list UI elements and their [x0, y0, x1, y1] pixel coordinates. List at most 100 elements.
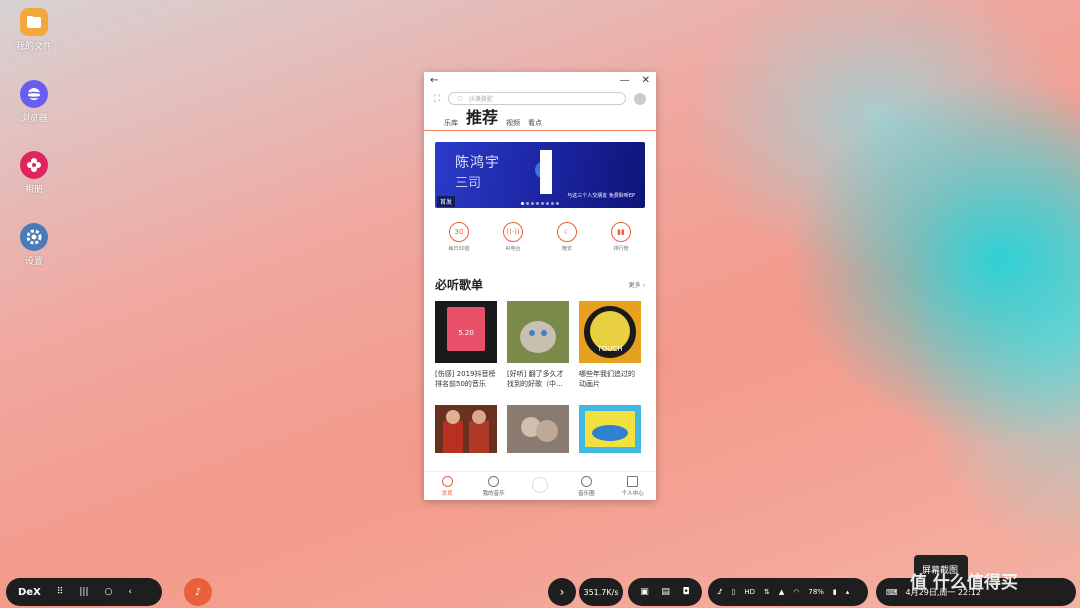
- chevron-right-icon: ›: [642, 282, 645, 289]
- music-app-taskbar-icon[interactable]: ♪: [184, 578, 212, 606]
- more-link[interactable]: 更多 ›: [629, 280, 645, 289]
- nav-play[interactable]: [520, 477, 560, 495]
- music-app-window: ← — ✕ ⛶ ○ 沙漠骆驼 乐库 推荐 视频 看点 陈鸿宇 三司 与这三个人交…: [424, 72, 656, 500]
- nav-label: 我的音乐: [482, 490, 505, 497]
- quick-links: 30 每日30首 ((·)) AI电台 ☾ 晚安 ▮▮ 排行榜: [424, 208, 656, 252]
- headphones-icon: [488, 475, 500, 487]
- grid-icon: [627, 475, 639, 487]
- quick-label: 排行榜: [613, 246, 629, 252]
- desktop-icon-settings[interactable]: 设置: [10, 223, 58, 267]
- keyboard-icon[interactable]: ⌨: [886, 588, 898, 597]
- banner-title: 陈鸿宇: [455, 155, 500, 171]
- quick-label: AI电台: [505, 246, 521, 252]
- nav-label: 个人中心: [621, 490, 644, 497]
- back-icon[interactable]: ‹: [128, 587, 132, 597]
- desktop-icon-label: 设置: [24, 257, 43, 267]
- banner-caption: 与这三个人交朋友 免费聆听EP: [567, 193, 635, 199]
- expand-arrow-icon[interactable]: ›: [548, 578, 576, 606]
- recents-icon[interactable]: |||: [79, 587, 88, 597]
- nav-my-music[interactable]: 我的音乐: [474, 475, 514, 497]
- quick-tools-pill: ▣ ▤ ◘: [628, 578, 702, 606]
- radio-icon: ((·)): [503, 222, 523, 242]
- desktop-icon-gallery[interactable]: 相册: [10, 151, 58, 195]
- playlist-card[interactable]: [好听] 翻了多久才找到的好歌（中...: [507, 301, 569, 391]
- quick-charts[interactable]: ▮▮ 排行榜: [599, 222, 643, 252]
- quick-label: 每日30首: [448, 246, 470, 252]
- tab-lookpoint[interactable]: 看点: [528, 118, 542, 130]
- tab-recommend[interactable]: 推荐: [466, 104, 498, 130]
- playlist-cover[interactable]: [435, 405, 497, 453]
- banner-figure-bar: [540, 150, 552, 194]
- dex-button[interactable]: DeX: [18, 587, 41, 598]
- desktop-icon-label: 相册: [24, 185, 43, 195]
- recognize-music-icon[interactable]: [634, 92, 646, 105]
- screenshot-icon[interactable]: ▤: [661, 587, 670, 597]
- quick-label: 晚安: [561, 246, 572, 252]
- chevron-up-icon: ▴: [845, 588, 850, 596]
- apps-grid-icon[interactable]: ⠿: [57, 587, 64, 597]
- browser-planet-icon: [20, 80, 48, 108]
- search-placeholder: 沙漠骆驼: [468, 96, 493, 103]
- moon-icon: ☾: [557, 222, 577, 242]
- gear-icon: [20, 223, 48, 251]
- desktop-icon-browser[interactable]: 浏览器: [10, 80, 58, 124]
- nav-discover[interactable]: 发现: [427, 475, 467, 497]
- playlist-cover: [507, 301, 569, 363]
- back-arrow-icon[interactable]: ←: [430, 75, 438, 86]
- net-speed: 351.7K/s: [579, 578, 623, 606]
- desktop-icon-my-files[interactable]: 我的文件: [10, 8, 58, 52]
- banner-pagination: [521, 202, 559, 205]
- quick-goodnight[interactable]: ☾ 晚安: [545, 222, 589, 252]
- watermark: 值 什么值得买: [910, 573, 1018, 593]
- nav-profile[interactable]: 个人中心: [613, 475, 653, 497]
- gallery-flower-icon: [20, 151, 48, 179]
- hd-icon: HD: [744, 588, 755, 596]
- discover-icon: [441, 475, 453, 487]
- quick-daily30[interactable]: 30 每日30首: [437, 222, 481, 252]
- more-label: 更多: [628, 282, 641, 289]
- search-row: ⛶ ○ 沙漠骆驼: [424, 88, 656, 105]
- minimize-button[interactable]: —: [620, 75, 630, 86]
- promo-banner[interactable]: 陈鸿宇 三司 与这三个人交朋友 免费聆听EP 首发: [435, 142, 645, 208]
- tab-bar: 乐库 推荐 视频 看点: [424, 105, 656, 131]
- playlist-card[interactable]: TOUCH 哪些年我们追过的动画片: [579, 301, 641, 391]
- chart-icon: ▮▮: [611, 222, 631, 242]
- music-app-icon: ♪: [194, 586, 202, 598]
- gallery-icon[interactable]: ▣: [640, 587, 649, 597]
- playlist-name: [好听] 翻了多久才找到的好歌（中...: [507, 370, 564, 388]
- scan-icon[interactable]: ⛶: [434, 94, 440, 104]
- camera-icon[interactable]: ◘: [683, 587, 690, 597]
- dex-nav-pill: DeX ⠿ ||| ○ ‹: [6, 578, 162, 606]
- playlist-name: [伤感] 2019抖音榜排名前50的音乐: [435, 370, 496, 388]
- section-header: 必听歌单 更多 ›: [424, 252, 656, 293]
- desktop-icon-label: 浏览器: [20, 114, 48, 124]
- cover-text: TOUCH: [596, 345, 622, 353]
- quick-ai-radio[interactable]: ((·)) AI电台: [491, 222, 535, 252]
- close-button[interactable]: ✕: [642, 75, 650, 86]
- home-icon[interactable]: ○: [105, 587, 113, 597]
- nav-music-circle[interactable]: 音乐圈: [566, 475, 606, 497]
- playlist-card[interactable]: 5.20 [伤感] 2019抖音榜排名前50的音乐: [435, 301, 497, 391]
- bottom-nav: 发现 我的音乐 音乐圈 个人中心: [424, 471, 656, 500]
- mute-icon: ♪̸: [718, 588, 723, 596]
- tab-library[interactable]: 乐库: [444, 118, 458, 130]
- battery-icon: ▮: [832, 588, 837, 596]
- cover-text: 5.20: [458, 329, 474, 337]
- wifi-icon: ◠: [793, 588, 800, 596]
- calendar-30-icon: 30: [449, 222, 469, 242]
- signal-icon: ▲: [778, 588, 785, 596]
- playlist-grid: 5.20 [伤感] 2019抖音榜排名前50的音乐 [好听] 翻了多久才找到的好…: [424, 293, 656, 391]
- status-pill[interactable]: ♪̸ ▯ HD ⇅ ▲ ◠ 78% ▮ ▴: [708, 578, 868, 606]
- tab-video[interactable]: 视频: [506, 118, 520, 130]
- section-title: 必听歌单: [435, 278, 484, 292]
- desktop-icon-label: 我的文件: [15, 42, 52, 52]
- banner-tag: 首发: [437, 196, 456, 207]
- playlist-cover[interactable]: [579, 405, 641, 453]
- play-icon: [531, 477, 548, 493]
- playlist-cover: 5.20: [435, 301, 497, 363]
- window-titlebar: ← — ✕: [424, 72, 656, 88]
- nav-label: 发现: [441, 490, 453, 497]
- nav-label: 音乐圈: [578, 490, 595, 497]
- playlist-cover[interactable]: [507, 405, 569, 453]
- playlist-grid-row2: [424, 391, 656, 453]
